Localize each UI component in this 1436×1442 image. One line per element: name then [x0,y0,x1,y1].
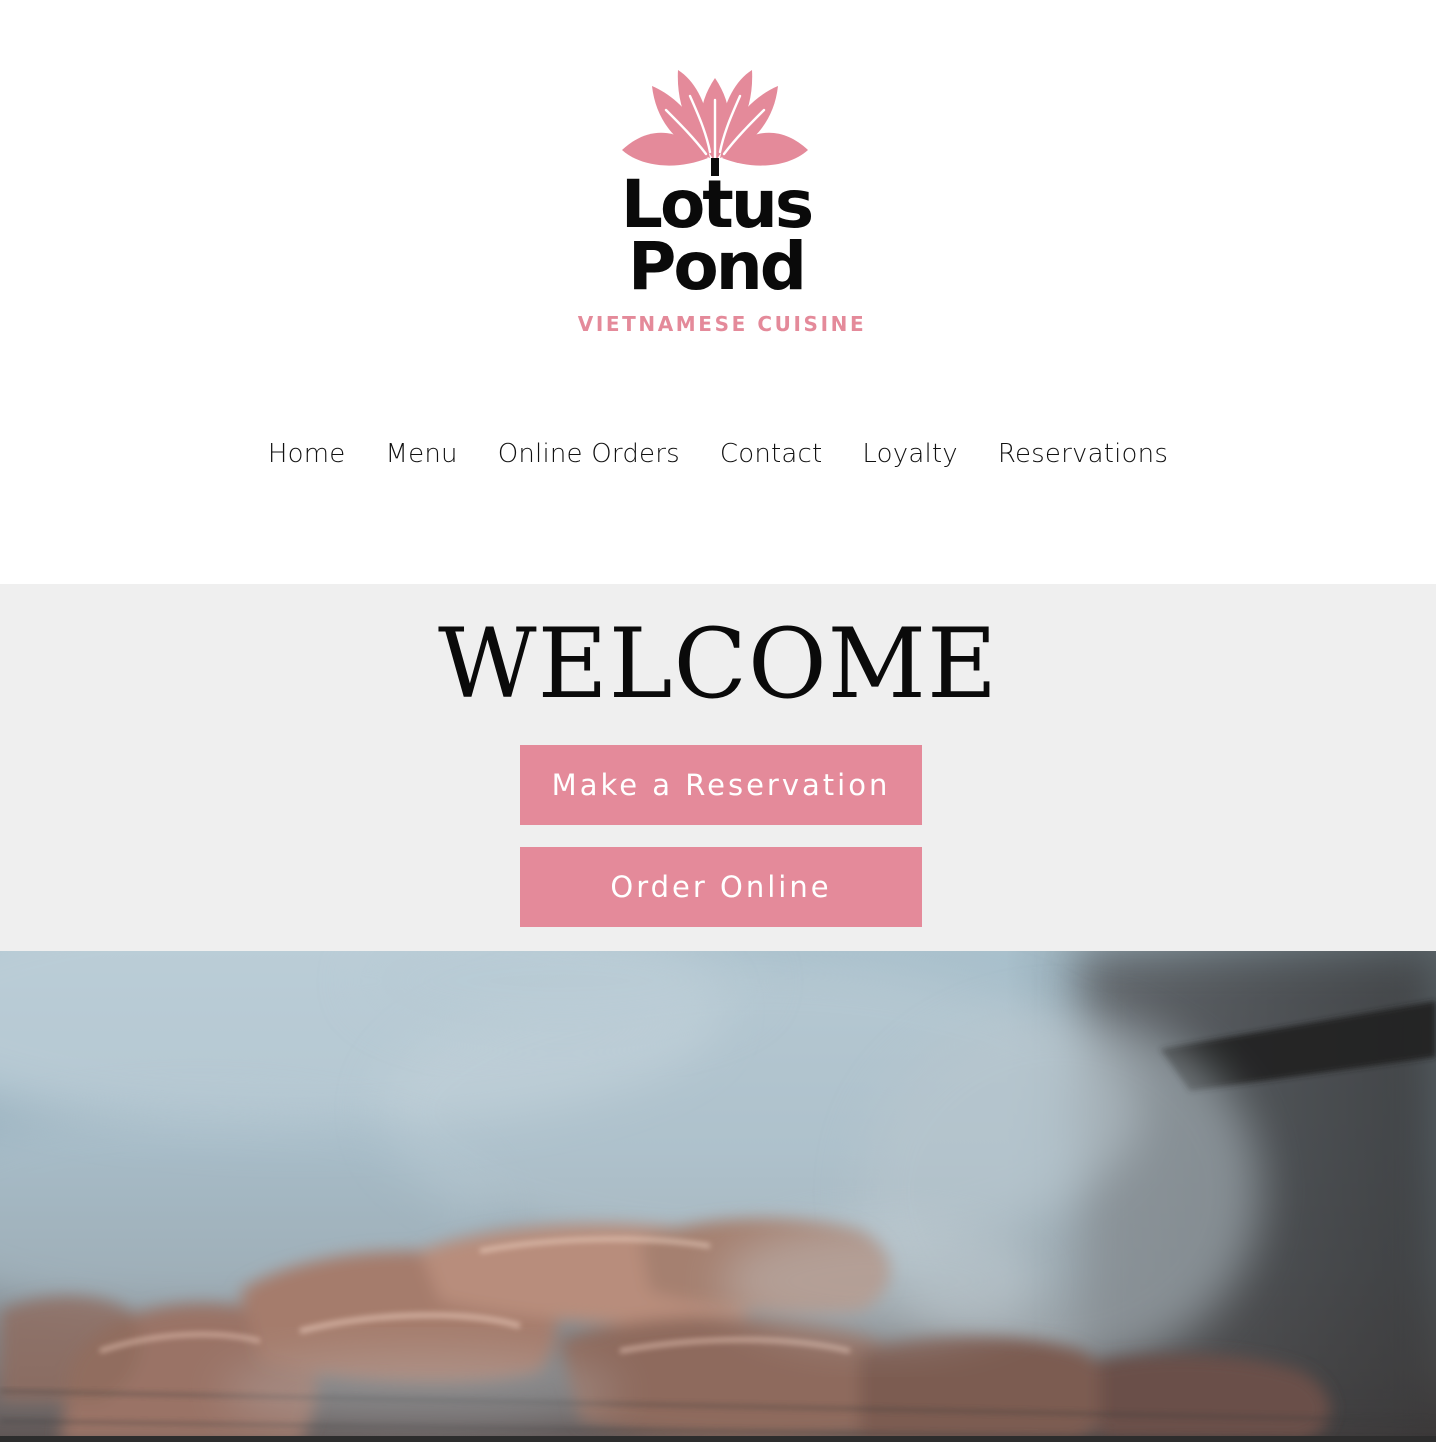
nav-item-contact[interactable]: Contact [700,439,843,469]
make-reservation-button[interactable]: Make a Reservation [520,745,922,825]
nav-item-menu[interactable]: Menu [366,439,478,469]
welcome-section: WELCOME Make a Reservation Order Online [0,584,1436,951]
lotus-flower-icon [622,70,808,176]
brand-tagline: VIETNAMESE CUISINE [577,312,867,336]
welcome-heading: WELCOME [437,608,999,720]
brand-name-line2: Pond [628,228,807,305]
nav-item-reservations[interactable]: Reservations [978,439,1188,469]
order-online-button[interactable]: Order Online [520,847,922,927]
grill-photo [0,951,1436,1442]
page: Lotus Pond VIETNAMESE CUISINE Home Menu … [0,0,1436,1442]
hero-grill-image [0,951,1436,1442]
site-header: Lotus Pond VIETNAMESE CUISINE Home Menu … [0,0,1436,584]
main-navigation: Home Menu Online Orders Contact Loyalty … [0,432,1436,476]
nav-item-loyalty[interactable]: Loyalty [842,439,977,469]
hero-bottom-border [0,1436,1436,1442]
brand-logo[interactable]: Lotus Pond VIETNAMESE CUISINE [560,60,880,350]
nav-item-home[interactable]: Home [248,439,366,469]
nav-item-online-orders[interactable]: Online Orders [478,439,700,469]
